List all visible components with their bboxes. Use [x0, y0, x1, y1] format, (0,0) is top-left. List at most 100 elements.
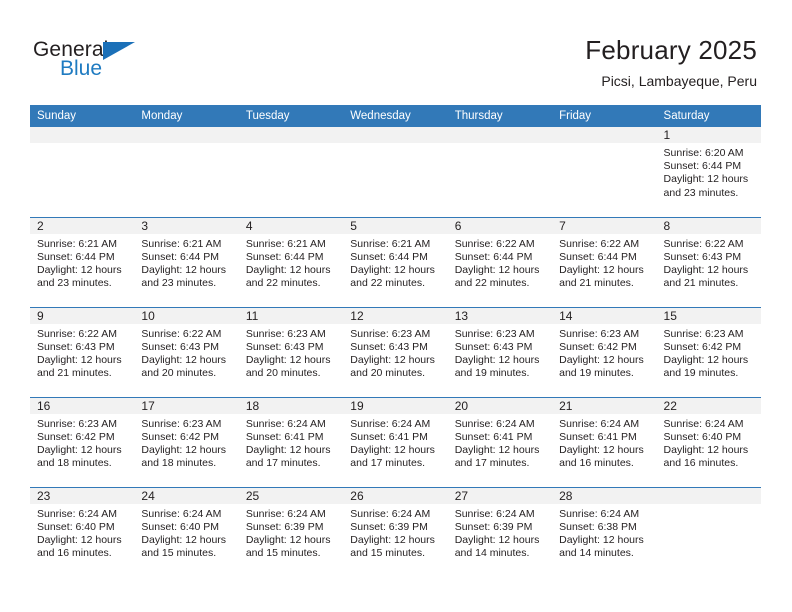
day-cell-inner: 21 Sunrise: 6:24 AM Sunset: 6:41 PM Dayligh… [552, 397, 657, 487]
daylight-text: Daylight: 12 hours and 17 minutes. [350, 443, 435, 470]
sunset-text: Sunset: 6:39 PM [454, 520, 533, 533]
calendar-day-cell[interactable]: 7 Sunrise: 6:22 AM Sunset: 6:44 PM Daylight… [552, 216, 657, 307]
day-cell-inner: 8 Sunrise: 6:22 AM Sunset: 6:43 PM Daylight… [656, 217, 761, 307]
calendar-day-cell[interactable]: 10 Sunrise: 6:22 AM Sunset: 6:43 PM Dayligh… [134, 306, 239, 397]
day-sun-info: Sunrise: 6:22 AM Sunset: 6:44 PM Daylight:… [448, 234, 552, 291]
day-number: 3 [134, 217, 239, 234]
calendar-day-cell[interactable]: 12 Sunrise: 6:23 AM Sunset: 6:43 PM Dayligh… [343, 306, 448, 397]
calendar-day-cell[interactable]: 1 Sunrise: 6:20 AM Sunset: 6:44 PM Daylight… [656, 127, 761, 217]
day-cell-inner: 11 Sunrise: 6:23 AM Sunset: 6:43 PM Dayligh… [238, 307, 344, 397]
sunset-text: Sunset: 6:44 PM [663, 160, 742, 173]
day-sun-info: Sunrise: 6:24 AM Sunset: 6:41 PM Daylight:… [343, 414, 447, 471]
calendar-day-cell[interactable]: 22 Sunrise: 6:24 AM Sunset: 6:40 PM Dayligh… [656, 396, 761, 487]
sunset-text: Sunset: 6:42 PM [559, 340, 637, 353]
day-cell-inner: 15 Sunrise: 6:23 AM Sunset: 6:42 PM Dayligh… [656, 307, 761, 397]
calendar-day-cell[interactable]: 8 Sunrise: 6:22 AM Sunset: 6:43 PM Daylight… [656, 216, 761, 307]
sunrise-text: Sunrise: 6:22 AM [141, 327, 222, 340]
calendar-day-cell[interactable]: 4 Sunrise: 6:21 AM Sunset: 6:44 PM Daylight… [238, 216, 344, 307]
day-number: 5 [343, 217, 448, 234]
day-cell-inner: 12 Sunrise: 6:23 AM Sunset: 6:43 PM Dayligh… [343, 307, 448, 397]
day-number: 9 [30, 307, 135, 324]
day-cell-inner: 17 Sunrise: 6:23 AM Sunset: 6:42 PM Dayligh… [134, 397, 239, 487]
calendar-day-cell[interactable]: 9 Sunrise: 6:22 AM Sunset: 6:43 PM Daylight… [30, 306, 135, 397]
calendar-day-cell[interactable]: 19 Sunrise: 6:24 AM Sunset: 6:41 PM Dayligh… [343, 396, 448, 487]
day-cell-inner: 7 Sunrise: 6:22 AM Sunset: 6:44 PM Daylight… [552, 217, 657, 307]
calendar-day-cell[interactable]: 3 Sunrise: 6:21 AM Sunset: 6:44 PM Daylight… [134, 216, 239, 307]
calendar-cell-empty [30, 127, 135, 217]
calendar-page: General Blue February 2025 Picsi, Lambay… [0, 0, 792, 612]
daylight-text: Daylight: 12 hours and 21 minutes. [559, 263, 644, 290]
sunset-text: Sunset: 6:40 PM [37, 520, 115, 533]
sunrise-text: Sunrise: 6:24 AM [245, 417, 326, 430]
sunrise-text: Sunrise: 6:24 AM [559, 417, 640, 430]
sunrise-text: Sunrise: 6:20 AM [663, 147, 744, 159]
sunrise-text: Sunrise: 6:23 AM [141, 417, 222, 430]
day-number: 13 [447, 307, 553, 324]
day-number: 24 [134, 487, 239, 504]
sunrise-text: Sunrise: 6:23 AM [350, 327, 431, 340]
sunset-text: Sunset: 6:40 PM [663, 430, 742, 443]
calendar-day-cell[interactable]: 24 Sunrise: 6:24 AM Sunset: 6:40 PM Dayligh… [134, 486, 239, 577]
calendar-day-cell[interactable]: 6 Sunrise: 6:22 AM Sunset: 6:44 PM Daylight… [447, 216, 553, 307]
calendar-cell-empty [552, 127, 657, 217]
calendar-day-cell[interactable]: 13 Sunrise: 6:23 AM Sunset: 6:43 PM Dayligh… [447, 306, 553, 397]
calendar-day-cell[interactable]: 16 Sunrise: 6:23 AM Sunset: 6:42 PM Dayligh… [30, 396, 135, 487]
day-sun-info: Sunrise: 6:24 AM Sunset: 6:38 PM Daylight:… [552, 504, 656, 561]
weekday-header-sunday: Sunday [30, 105, 135, 127]
sunset-text: Sunset: 6:41 PM [559, 430, 637, 443]
daylight-text: Daylight: 12 hours and 22 minutes. [245, 263, 331, 290]
calendar-day-cell[interactable]: 27 Sunrise: 6:24 AM Sunset: 6:39 PM Dayligh… [447, 486, 553, 577]
calendar-day-cell[interactable]: 25 Sunrise: 6:24 AM Sunset: 6:39 PM Dayligh… [238, 486, 344, 577]
sunrise-text: Sunrise: 6:23 AM [559, 327, 640, 340]
day-number: 2 [30, 217, 135, 234]
sunset-text: Sunset: 6:44 PM [350, 250, 428, 263]
title-block: February 2025 Picsi, Lambayeque, Peru [277, 34, 757, 90]
sunset-text: Sunset: 6:43 PM [245, 340, 324, 353]
day-number: 25 [238, 487, 344, 504]
day-cell-inner: 28 Sunrise: 6:24 AM Sunset: 6:38 PM Dayligh… [552, 487, 657, 578]
sunrise-text: Sunrise: 6:22 AM [559, 237, 640, 250]
day-sun-info: Sunrise: 6:22 AM Sunset: 6:44 PM Daylight:… [552, 234, 656, 291]
day-number: 21 [552, 397, 657, 414]
daylight-text: Daylight: 12 hours and 20 minutes. [141, 353, 227, 380]
calendar-day-cell[interactable]: 18 Sunrise: 6:24 AM Sunset: 6:41 PM Dayligh… [238, 396, 344, 487]
sunset-text: Sunset: 6:44 PM [141, 250, 220, 263]
day-number: 15 [656, 307, 761, 324]
calendar-day-cell[interactable]: 5 Sunrise: 6:21 AM Sunset: 6:44 PM Daylight… [343, 216, 448, 307]
daylight-text: Daylight: 12 hours and 20 minutes. [245, 353, 331, 380]
sunrise-text: Sunrise: 6:21 AM [37, 237, 117, 250]
calendar-day-cell[interactable]: 26 Sunrise: 6:24 AM Sunset: 6:39 PM Dayligh… [343, 486, 448, 577]
logo-text-blue: Blue [60, 57, 103, 80]
daylight-text: Daylight: 12 hours and 22 minutes. [454, 263, 540, 290]
day-number: 1 [656, 127, 761, 143]
calendar-day-cell[interactable]: 21 Sunrise: 6:24 AM Sunset: 6:41 PM Dayligh… [552, 396, 657, 487]
calendar-day-cell[interactable]: 14 Sunrise: 6:23 AM Sunset: 6:42 PM Dayligh… [552, 306, 657, 397]
calendar-day-cell[interactable]: 11 Sunrise: 6:23 AM Sunset: 6:43 PM Dayligh… [238, 306, 344, 397]
calendar-header-row: Sunday Monday Tuesday Wednesday Thursday… [30, 105, 761, 127]
calendar-day-cell[interactable]: 15 Sunrise: 6:23 AM Sunset: 6:42 PM Dayligh… [656, 306, 761, 397]
day-cell-inner [656, 487, 761, 578]
day-cell-inner [134, 127, 239, 217]
logo-triangle-icon [103, 42, 135, 60]
day-cell-inner: 20 Sunrise: 6:24 AM Sunset: 6:41 PM Dayligh… [447, 397, 553, 487]
sunrise-text: Sunrise: 6:21 AM [245, 237, 326, 250]
day-sun-info: Sunrise: 6:21 AM Sunset: 6:44 PM Daylight:… [30, 234, 134, 291]
day-cell-inner: 1 Sunrise: 6:20 AM Sunset: 6:44 PM Daylight… [656, 127, 761, 217]
day-number: 11 [238, 307, 344, 324]
sunrise-text: Sunrise: 6:24 AM [350, 507, 431, 520]
calendar-day-cell[interactable]: 23 Sunrise: 6:24 AM Sunset: 6:40 PM Dayligh… [30, 486, 135, 577]
day-cell-inner: 18 Sunrise: 6:24 AM Sunset: 6:41 PM Dayligh… [238, 397, 344, 487]
daylight-text: Daylight: 12 hours and 15 minutes. [350, 533, 435, 560]
daylight-text: Daylight: 12 hours and 15 minutes. [141, 533, 227, 560]
day-number [656, 487, 761, 504]
calendar-day-cell[interactable]: 28 Sunrise: 6:24 AM Sunset: 6:38 PM Dayligh… [552, 486, 657, 578]
calendar-cell-empty [343, 127, 448, 217]
sunrise-text: Sunrise: 6:22 AM [663, 237, 744, 250]
sunset-text: Sunset: 6:42 PM [663, 340, 742, 353]
calendar-day-cell[interactable]: 17 Sunrise: 6:23 AM Sunset: 6:42 PM Dayligh… [134, 396, 239, 487]
calendar-day-cell[interactable]: 20 Sunrise: 6:24 AM Sunset: 6:41 PM Dayligh… [447, 396, 553, 487]
general-blue-logo[interactable]: General Blue [33, 38, 173, 84]
calendar-day-cell[interactable]: 2 Sunrise: 6:21 AM Sunset: 6:44 PM Daylight… [30, 216, 135, 307]
daylight-text: Daylight: 12 hours and 23 minutes. [141, 263, 227, 290]
daylight-text: Daylight: 12 hours and 16 minutes. [559, 443, 644, 470]
